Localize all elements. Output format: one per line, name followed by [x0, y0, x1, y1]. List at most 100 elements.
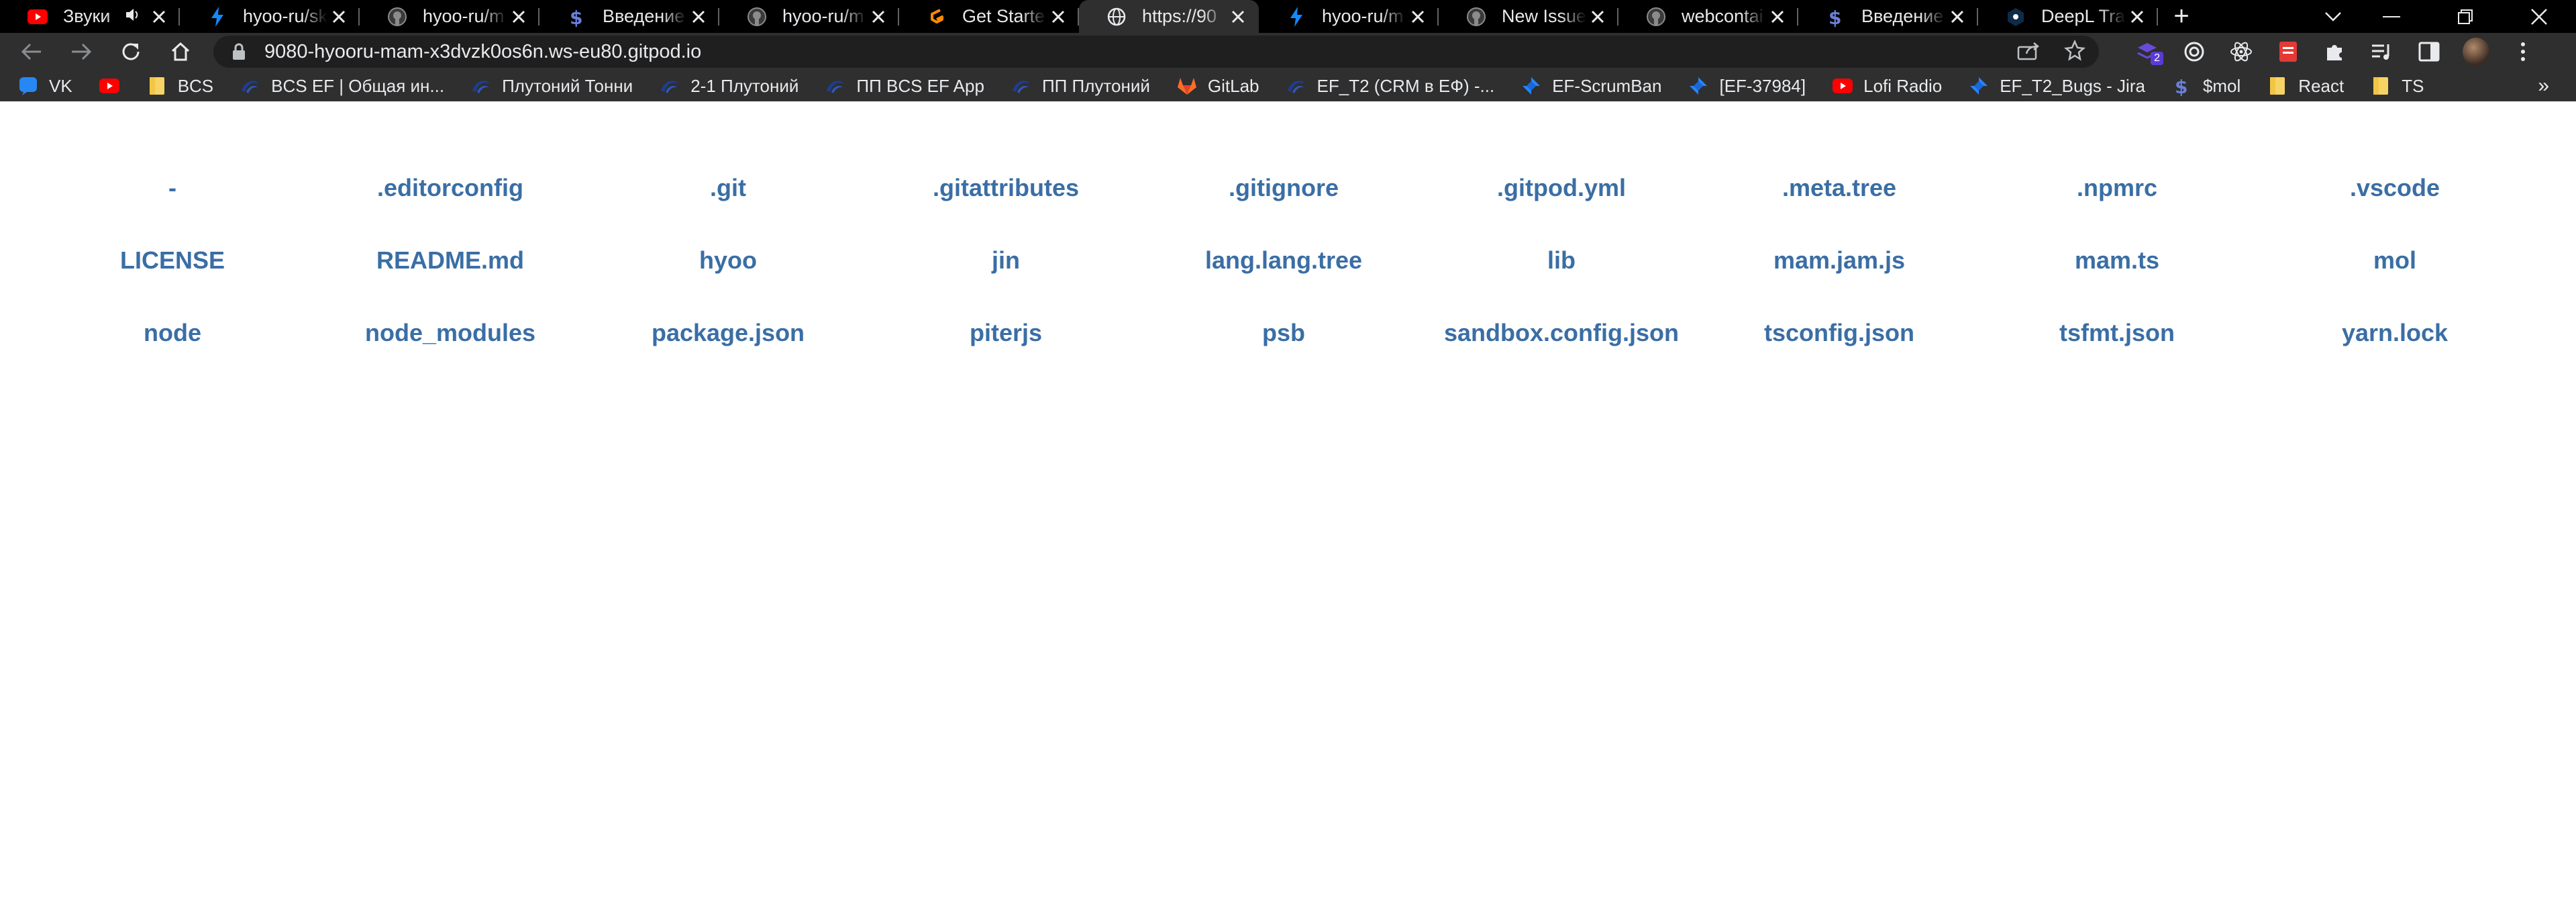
file-link[interactable]: .vscode	[2256, 174, 2534, 246]
file-link[interactable]: hyoo	[589, 246, 867, 319]
browser-tab[interactable]: hyoo-ru/m	[719, 0, 899, 33]
file-link[interactable]: README.md	[311, 246, 589, 319]
bookmark-item[interactable]	[99, 75, 120, 97]
close-tab-icon[interactable]	[1766, 5, 1789, 28]
file-link[interactable]: .meta.tree	[1700, 174, 1978, 246]
file-link[interactable]: .gitignore	[1145, 174, 1423, 246]
bookmark-item[interactable]: BCS EF | Общая ин...	[240, 75, 444, 97]
file-link[interactable]: psb	[1145, 319, 1423, 391]
bookmark-item[interactable]: ПП BCS EF App	[825, 75, 984, 97]
profile-button[interactable]	[2463, 38, 2489, 66]
bookmark-item[interactable]: ПП Плутоний	[1011, 75, 1150, 97]
url-text[interactable]: 9080-hyooru-mam-x3dvzk0os6n.ws-eu80.gitp…	[264, 41, 701, 63]
minimize-button[interactable]	[2355, 0, 2428, 33]
bookmark-item[interactable]: EF-ScrumBan	[1521, 75, 1661, 97]
close-tab-icon[interactable]	[867, 5, 890, 28]
media-controls-button[interactable]	[2369, 38, 2395, 65]
file-link[interactable]: mam.jam.js	[1700, 246, 1978, 319]
close-tab-icon[interactable]	[327, 5, 350, 28]
close-tab-icon[interactable]	[1406, 5, 1429, 28]
browser-tab[interactable]: $ Введение	[1798, 0, 1978, 33]
file-link[interactable]: yarn.lock	[2256, 319, 2534, 391]
bookmark-label: VK	[49, 75, 72, 96]
bookmark-item[interactable]: Lofi Radio	[1832, 75, 1942, 97]
file-link[interactable]: .editorconfig	[311, 174, 589, 246]
file-link[interactable]: .gitattributes	[867, 174, 1145, 246]
bookmark-item[interactable]: GitLab	[1176, 75, 1259, 97]
extensions-menu-button[interactable]	[2322, 38, 2349, 65]
restore-button[interactable]	[2428, 0, 2502, 33]
file-link[interactable]: mam.ts	[1978, 246, 2256, 319]
share-icon[interactable]	[2017, 40, 2040, 64]
tab-title: Get Starte	[962, 6, 1045, 26]
bookmark-item[interactable]: TS	[2370, 75, 2424, 97]
browser-tab[interactable]: DeepL Tra	[1978, 0, 2158, 33]
close-tab-icon[interactable]	[2126, 5, 2149, 28]
reload-button[interactable]	[106, 33, 156, 70]
file-link[interactable]: tsconfig.json	[1700, 319, 1978, 391]
back-button[interactable]	[7, 33, 56, 70]
address-bar[interactable]: 9080-hyooru-mam-x3dvzk0os6n.ws-eu80.gitp…	[213, 36, 2099, 68]
file-link[interactable]: node	[34, 319, 311, 391]
close-tab-icon[interactable]	[507, 5, 530, 28]
close-tab-icon[interactable]	[1227, 5, 1249, 28]
browser-tab[interactable]: hyoo-ru/m	[360, 0, 539, 33]
browser-tab[interactable]: hyoo-ru/sk	[180, 0, 360, 33]
file-link[interactable]: .git	[589, 174, 867, 246]
speaker-icon[interactable]	[125, 7, 141, 26]
bookmark-item[interactable]: 2-1 Плутоний	[659, 75, 798, 97]
file-link[interactable]: lang.lang.tree	[1145, 246, 1423, 319]
browser-tab[interactable]: https://90	[1079, 0, 1259, 33]
file-link[interactable]: jin	[867, 246, 1145, 319]
browser-menu-button[interactable]	[2510, 38, 2536, 65]
file-link[interactable]: sandbox.config.json	[1423, 319, 1700, 391]
browser-tab[interactable]: $ Введение	[539, 0, 719, 33]
new-tab-button[interactable]: +	[2158, 0, 2205, 33]
bookmark-item[interactable]: EF_T2_Bugs - Jira	[1968, 75, 2145, 97]
side-panel-button[interactable]	[2416, 38, 2442, 65]
forward-button[interactable]	[56, 33, 106, 70]
tab-title: hyoo-ru/m	[1322, 6, 1404, 26]
close-tab-icon[interactable]	[148, 5, 170, 28]
record-extension-button[interactable]	[2181, 38, 2208, 65]
deepl-icon	[2005, 6, 2026, 28]
browser-tab[interactable]: hyoo-ru/m	[1259, 0, 1439, 33]
pdf-extension-button[interactable]	[2275, 38, 2302, 65]
file-link[interactable]: lib	[1423, 246, 1700, 319]
home-button[interactable]	[156, 33, 205, 70]
close-tab-icon[interactable]	[1946, 5, 1969, 28]
browser-tab[interactable]: Звуки	[0, 0, 180, 33]
bookmark-item[interactable]: React	[2267, 75, 2344, 97]
lock-icon[interactable]	[232, 43, 246, 60]
bookmark-item[interactable]: $ $mol	[2171, 75, 2240, 97]
bookmark-item[interactable]: EF_T2 (CRM в ЕФ) -...	[1286, 75, 1494, 97]
bookmark-label: TS	[2402, 75, 2424, 96]
minimize-icon	[2383, 15, 2400, 17]
file-link[interactable]: package.json	[589, 319, 867, 391]
tab-search-button[interactable]	[2306, 0, 2360, 33]
star-icon[interactable]	[2064, 39, 2085, 64]
more-bookmarks-button[interactable]: »	[2538, 70, 2549, 101]
file-link[interactable]: -	[34, 174, 311, 246]
bookmark-item[interactable]: BCS	[146, 75, 213, 97]
bcs-icon	[825, 75, 846, 97]
file-link[interactable]: mol	[2256, 246, 2534, 319]
browser-tab[interactable]: webcontai	[1618, 0, 1798, 33]
bookmark-item[interactable]: VK	[17, 75, 72, 97]
close-tab-icon[interactable]	[1586, 5, 1609, 28]
layers-extension-button[interactable]: 2	[2134, 38, 2163, 65]
browser-tab[interactable]: Get Starte	[899, 0, 1079, 33]
close-tab-icon[interactable]	[687, 5, 710, 28]
browser-tab[interactable]: New Issue	[1439, 0, 1618, 33]
file-link[interactable]: tsfmt.json	[1978, 319, 2256, 391]
file-link[interactable]: node_modules	[311, 319, 589, 391]
file-link[interactable]: .gitpod.yml	[1423, 174, 1700, 246]
file-link[interactable]: piterjs	[867, 319, 1145, 391]
close-tab-icon[interactable]	[1047, 5, 1070, 28]
bookmark-item[interactable]: Плутоний Тонни	[470, 75, 633, 97]
close-window-button[interactable]	[2502, 0, 2576, 33]
react-devtools-button[interactable]	[2228, 38, 2255, 65]
file-link[interactable]: LICENSE	[34, 246, 311, 319]
file-link[interactable]: .npmrc	[1978, 174, 2256, 246]
bookmark-item[interactable]: [EF-37984]	[1688, 75, 1806, 97]
